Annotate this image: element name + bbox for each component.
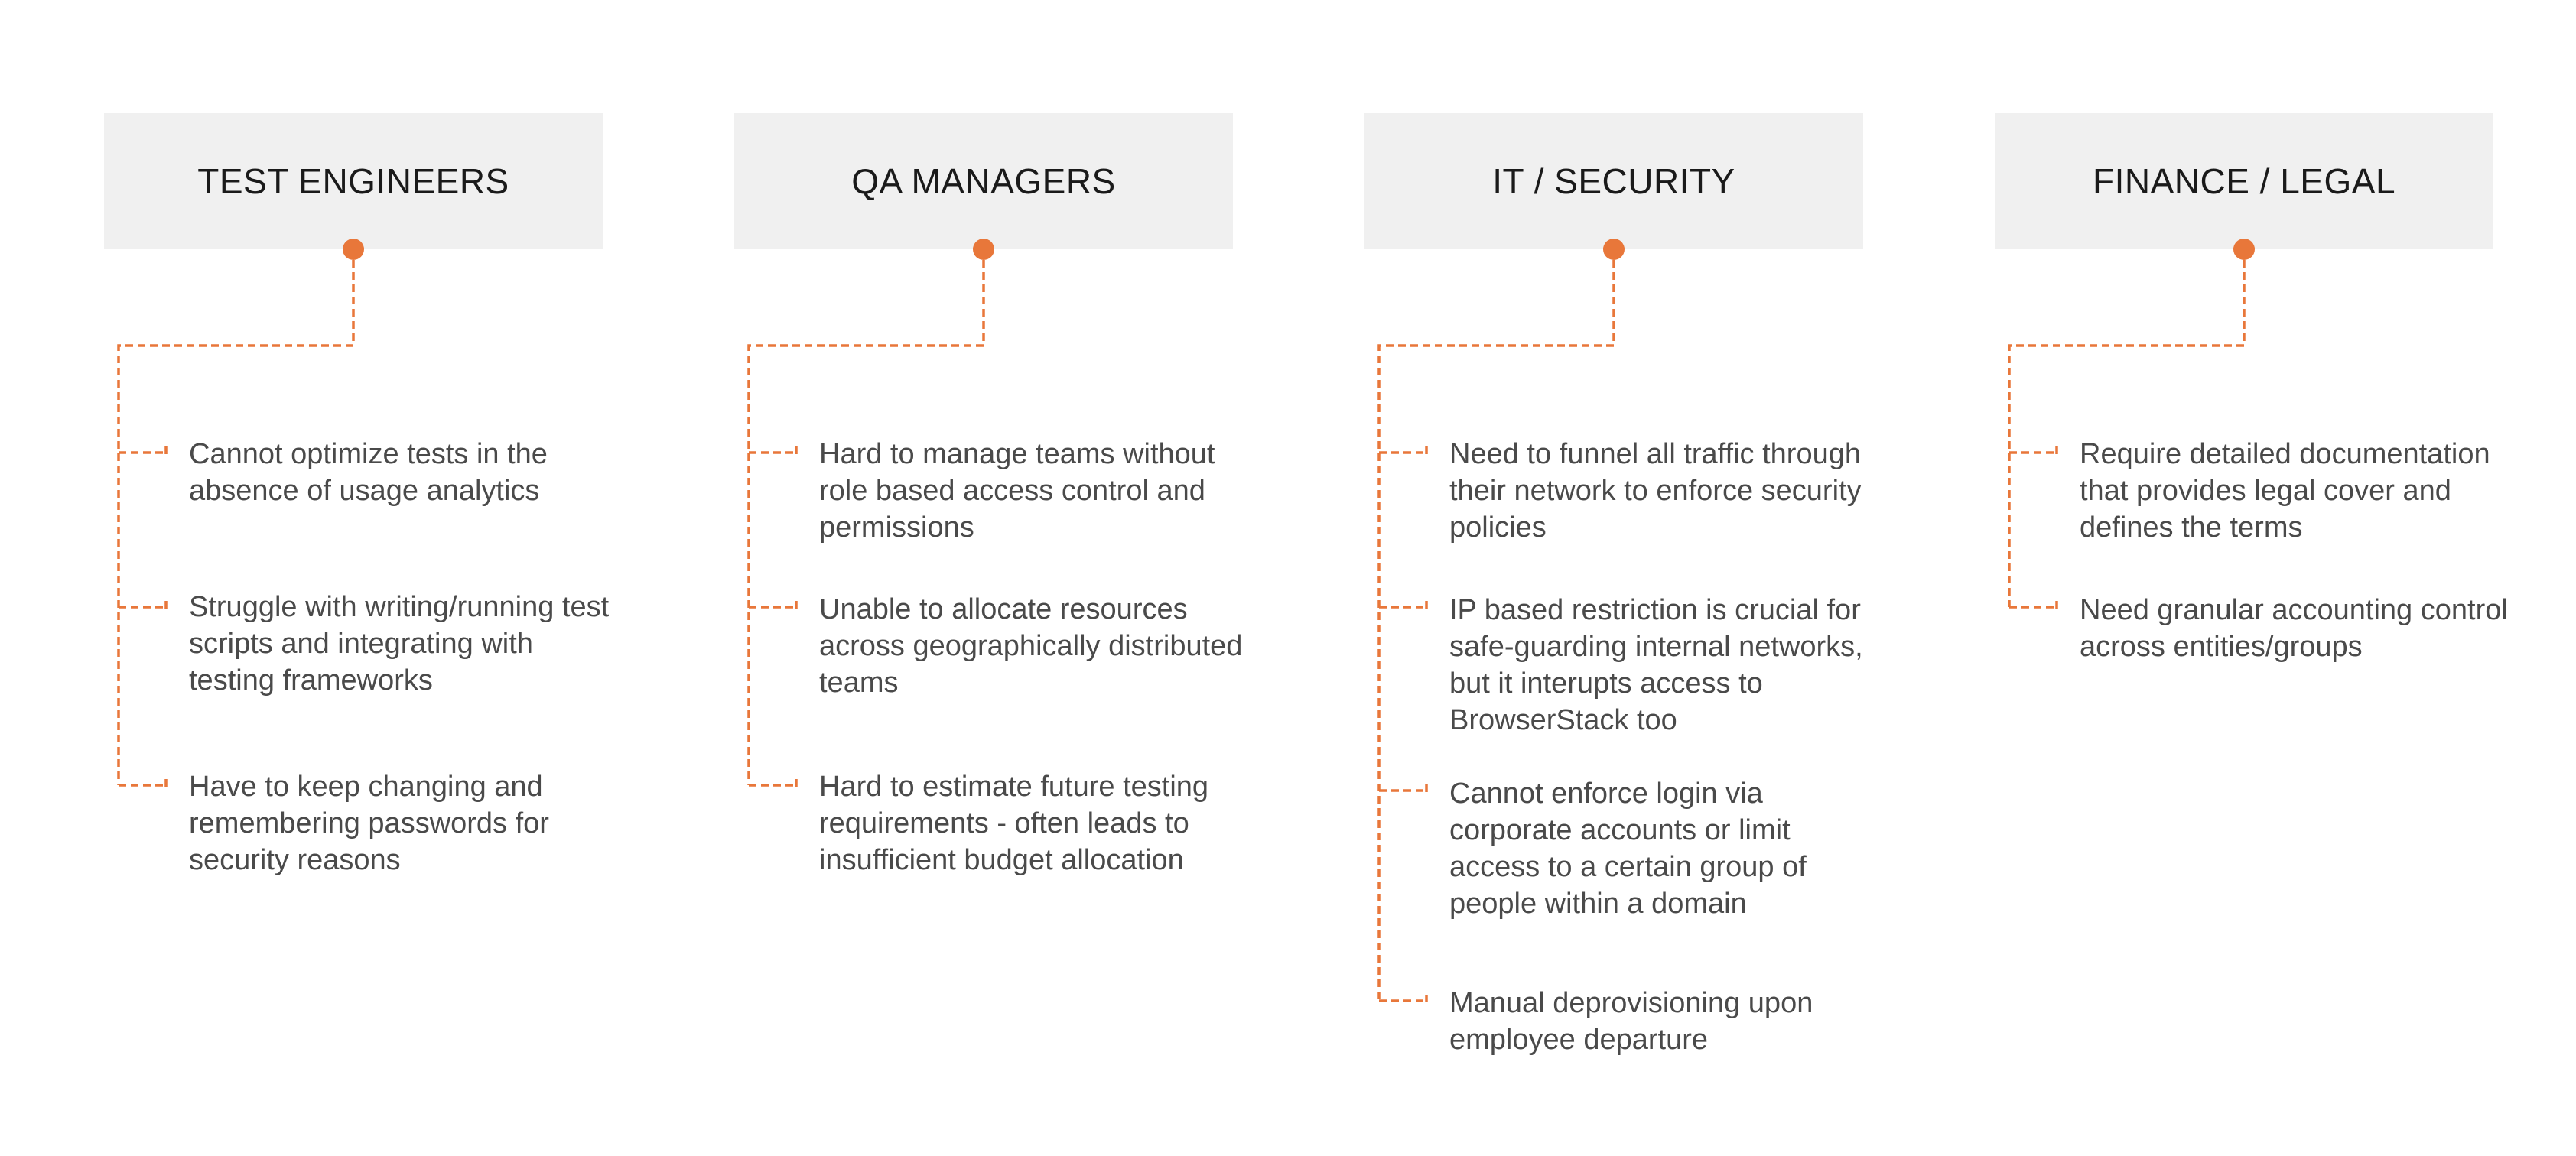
connector-branch-3 — [119, 779, 168, 791]
persona-column-qa-managers: QA MANAGERS Hard to manage teams without… — [734, 0, 1242, 1156]
connector-trunk — [117, 260, 355, 785]
connector-node — [343, 239, 364, 260]
pain-point: Need granular accounting control across … — [2080, 594, 2508, 663]
connector-branch-1 — [749, 446, 798, 459]
persona-title: FINANCE / LEGAL — [2092, 161, 2396, 201]
connector-trunk — [2008, 260, 2246, 607]
connector-branch-2 — [1379, 601, 1428, 613]
pain-point: Cannot enforce login via corporate accou… — [1449, 778, 1807, 920]
connector-branch-3 — [1379, 784, 1428, 797]
pain-point: Hard to estimate future testing requirem… — [819, 771, 1209, 876]
connector-branch-2 — [749, 601, 798, 613]
pain-point: Have to keep changing and remembering pa… — [189, 771, 549, 876]
connector-branch-1 — [119, 446, 168, 459]
connector-node — [973, 239, 994, 260]
pain-point: Hard to manage teams without role based … — [819, 438, 1215, 544]
connector-branch-2 — [119, 601, 168, 613]
connector-node — [2233, 239, 2255, 260]
connector-branch-1 — [1379, 446, 1428, 459]
pain-point: Require detailed documentation that prov… — [2080, 438, 2490, 544]
pain-point: IP based restriction is crucial for safe… — [1449, 594, 1863, 736]
persona-title: TEST ENGINEERS — [197, 161, 509, 201]
pain-point: Unable to allocate resources across geog… — [819, 593, 1243, 699]
persona-column-test-engineers: TEST ENGINEERS Cannot optimize tests in … — [104, 0, 609, 1156]
persona-title: QA MANAGERS — [851, 161, 1116, 201]
persona-title: IT / SECURITY — [1492, 161, 1735, 201]
pain-point: Struggle with writing/running test scrip… — [189, 591, 610, 697]
connector-branch-4 — [1379, 995, 1428, 1007]
connector-branch-2 — [2009, 601, 2058, 613]
persona-column-finance-legal: FINANCE / LEGAL Require detailed documen… — [1995, 0, 2508, 1156]
personas-diagram: TEST ENGINEERS Cannot optimize tests in … — [0, 0, 2576, 1156]
connector-branch-3 — [749, 779, 798, 791]
connector-node — [1603, 239, 1625, 260]
pain-point: Manual deprovisioning upon employee depa… — [1449, 987, 1813, 1056]
persona-column-it-security: IT / SECURITY Need to funnel all traffic… — [1364, 0, 1869, 1156]
pain-point: Need to funnel all traffic through their… — [1449, 438, 1862, 544]
pain-point: Cannot optimize tests in the absence of … — [189, 438, 548, 507]
connector-branch-1 — [2009, 446, 2058, 459]
